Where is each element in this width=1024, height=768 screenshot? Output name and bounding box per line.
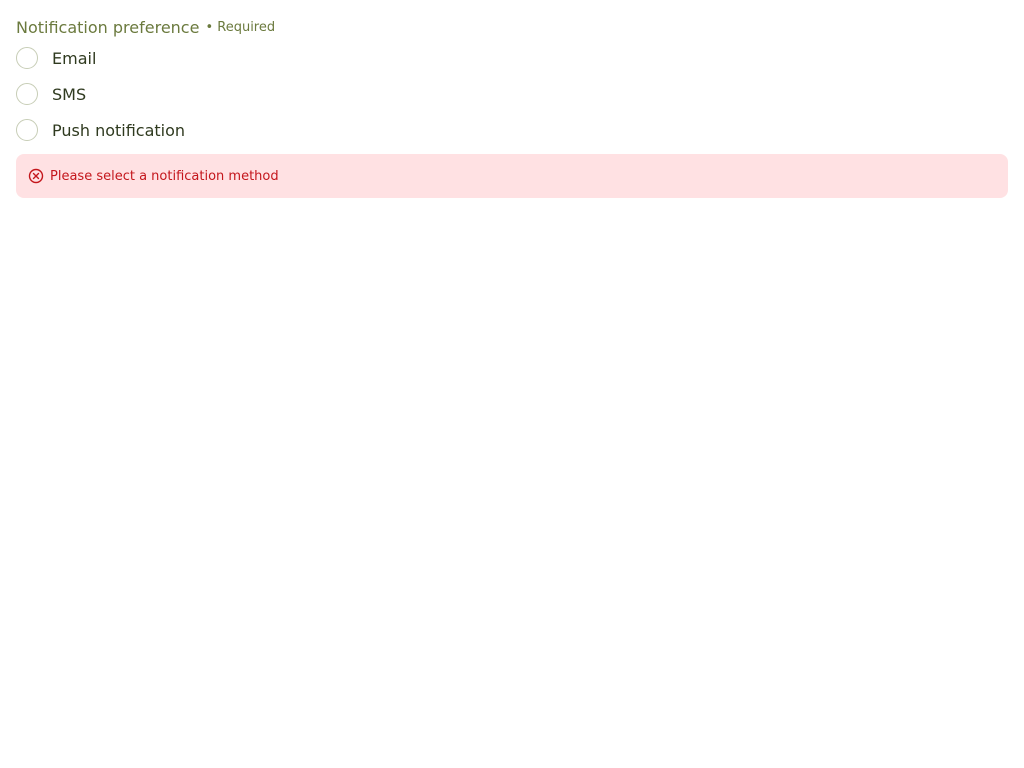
field-legend-row: Notification preference • Required (16, 16, 1008, 38)
radio-option-email[interactable]: Email (16, 40, 1008, 76)
required-indicator: • Required (205, 19, 276, 35)
radio-label-email[interactable]: Email (52, 49, 96, 68)
radio-option-sms[interactable]: SMS (16, 76, 1008, 112)
radio-label-push[interactable]: Push notification (52, 121, 185, 140)
error-circle-icon (28, 168, 44, 184)
notification-preference-group: Notification preference • Required Email… (16, 16, 1008, 198)
radio-button-push[interactable] (16, 119, 38, 141)
error-message-box: Please select a notification method (16, 154, 1008, 198)
radio-options: Email SMS Push notification (16, 40, 1008, 148)
radio-option-push[interactable]: Push notification (16, 112, 1008, 148)
radio-button-sms[interactable] (16, 83, 38, 105)
field-legend: Notification preference (16, 17, 200, 37)
radio-button-email[interactable] (16, 47, 38, 69)
radio-label-sms[interactable]: SMS (52, 85, 86, 104)
error-message-text: Please select a notification method (50, 168, 279, 184)
